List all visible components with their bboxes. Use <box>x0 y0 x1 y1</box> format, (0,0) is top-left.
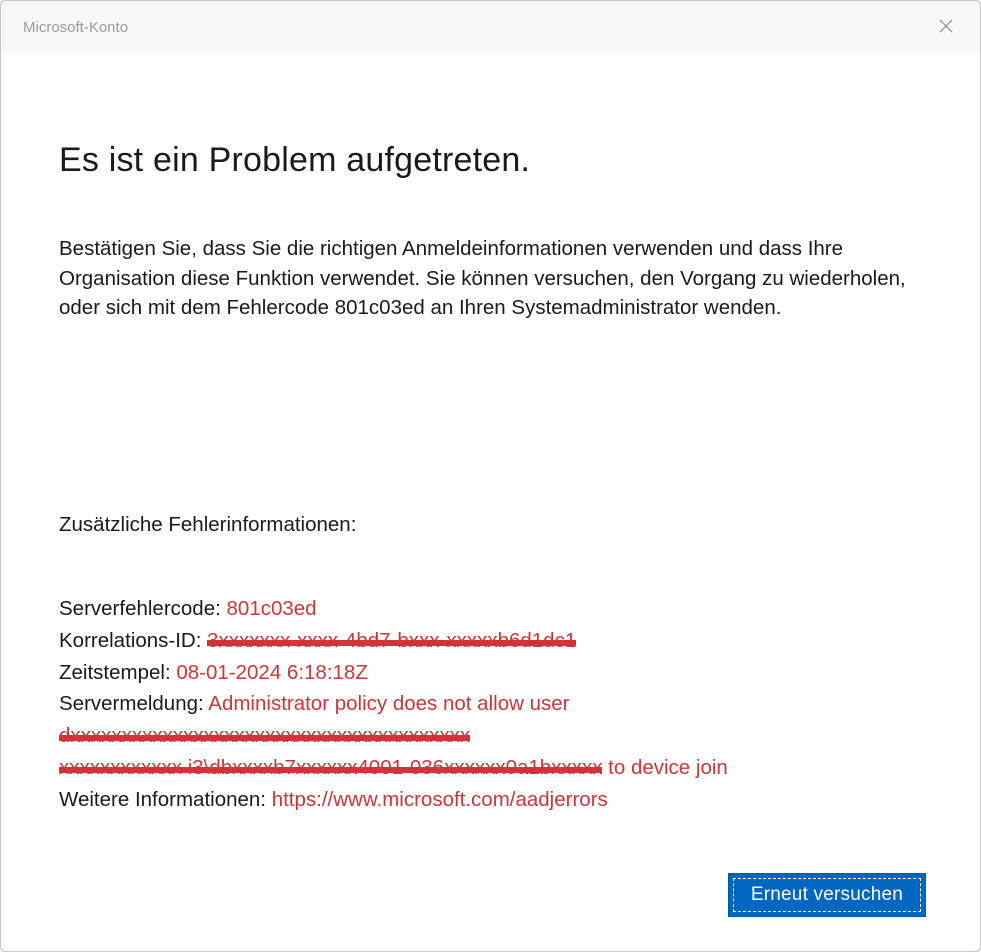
server-message-prefix: Administrator policy does not allow user <box>208 692 569 715</box>
timestamp-label: Zeitstempel: <box>59 661 176 684</box>
error-description: Bestätigen Sie, dass Sie die richtigen A… <box>59 234 922 323</box>
server-error-line: Serverfehlercode: 801c03ed <box>59 593 922 625</box>
close-button[interactable] <box>926 11 966 43</box>
button-row: Erneut versuchen <box>728 873 926 917</box>
server-message-line-2: xxxxxxxxxxxx i3\dbxxxxb7xxxxxx4001-036xx… <box>59 752 922 784</box>
close-icon <box>939 19 953 36</box>
correlation-value: 3xxxxxxx-xxxx-4bd7-bxxx-xxxxxb6d1dc1 <box>207 629 576 652</box>
server-message-suffix: to device join <box>602 756 727 779</box>
window-title: Microsoft-Konto <box>23 19 128 36</box>
additional-info-header: Zusätzliche Fehlerinformationen: <box>59 513 922 537</box>
server-message-redacted-1: dxxxxxxxxxxxxxxxxxxxxxxxxxxxxxxxxxxxxxxx <box>59 724 470 747</box>
titlebar: Microsoft-Konto <box>1 1 980 53</box>
server-error-value: 801c03ed <box>227 597 317 620</box>
more-info-url[interactable]: https://www.microsoft.com/aadjerrors <box>272 788 608 811</box>
correlation-label: Korrelations-ID: <box>59 629 207 652</box>
more-info-label: Weitere Informationen: <box>59 788 272 811</box>
server-message-label: Servermeldung: <box>59 692 208 715</box>
timestamp-line: Zeitstempel: 08-01-2024 6:18:18Z <box>59 657 922 689</box>
correlation-line: Korrelations-ID: 3xxxxxxx-xxxx-4bd7-bxxx… <box>59 625 922 657</box>
server-error-label: Serverfehlercode: <box>59 597 227 620</box>
dialog-content: Es ist ein Problem aufgetreten. Bestätig… <box>1 53 980 951</box>
server-message-redacted-2: xxxxxxxxxxxx i3\dbxxxxb7xxxxxx4001-036xx… <box>59 756 602 779</box>
error-heading: Es ist ein Problem aufgetreten. <box>59 141 922 180</box>
server-message-line-1: Servermeldung: Administrator policy does… <box>59 688 922 752</box>
retry-button[interactable]: Erneut versuchen <box>728 873 926 917</box>
more-info-line: Weitere Informationen: https://www.micro… <box>59 784 922 816</box>
timestamp-value: 08-01-2024 6:18:18Z <box>176 661 367 684</box>
microsoft-account-dialog: Microsoft-Konto Es ist ein Problem aufge… <box>0 0 981 952</box>
error-details-block: Serverfehlercode: 801c03ed Korrelations-… <box>59 593 922 815</box>
